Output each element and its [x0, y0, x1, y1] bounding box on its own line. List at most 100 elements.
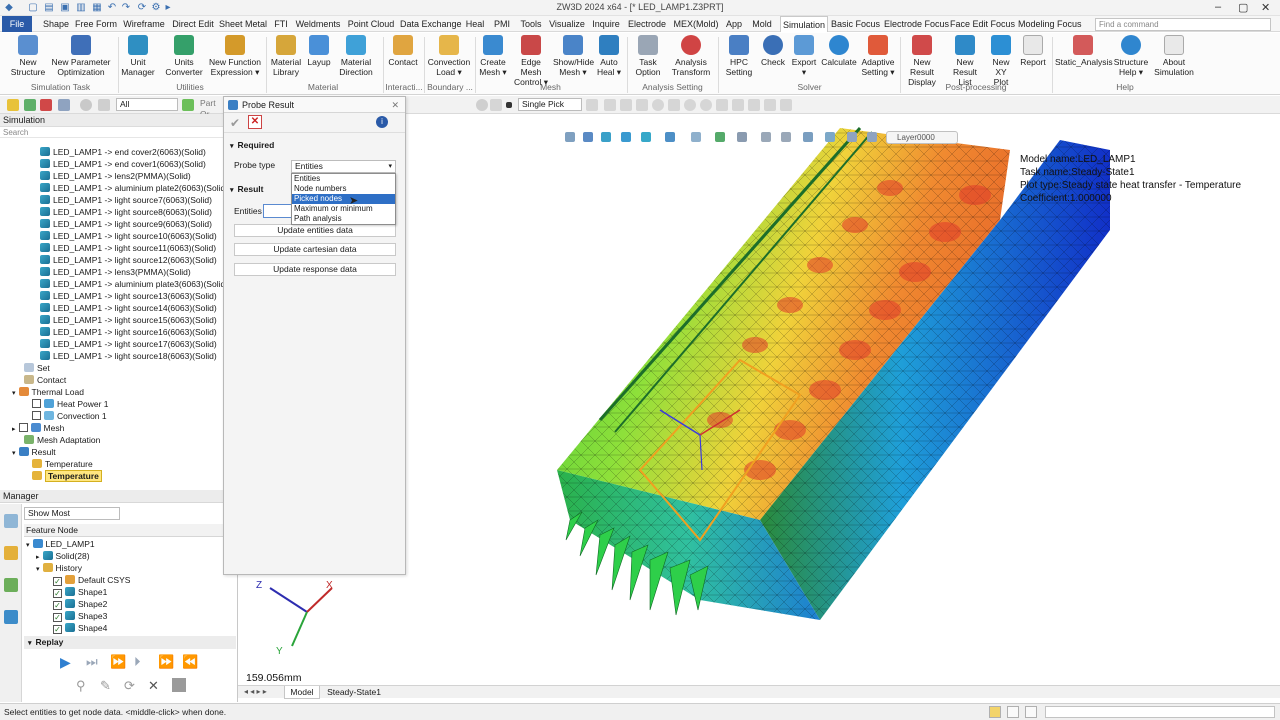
menu-sheet-metal[interactable]: Sheet Metal — [219, 16, 267, 32]
replay-end-icon[interactable]: ⏵ — [134, 654, 141, 670]
menu-tools[interactable]: Tools — [518, 16, 544, 32]
simulation-search-input[interactable]: Search — [0, 127, 223, 138]
units-converter-button[interactable]: Units Converter — [164, 35, 204, 77]
solid-list-item[interactable]: LED_LAMP1 -> end cover2(6063)(Solid) — [40, 146, 206, 158]
layup-button[interactable]: Layup — [305, 35, 333, 67]
result-section[interactable]: ▾ Result — [230, 183, 264, 196]
replay-back-icon[interactable]: ⏪ — [182, 654, 198, 670]
replay-delete-icon[interactable]: ✕ — [148, 678, 159, 694]
replay-forward-icon[interactable]: ⏩ — [158, 654, 174, 670]
pick-tool-11-icon[interactable] — [748, 99, 760, 111]
menu-electrode-focus[interactable]: Electrode Focus — [884, 16, 949, 32]
csys-checkbox[interactable] — [53, 577, 62, 586]
menu-basic-focus[interactable]: Basic Focus — [831, 16, 880, 32]
layer-select[interactable]: Layer0000 — [886, 131, 958, 144]
menu-visualize[interactable]: Visualize — [548, 16, 586, 32]
new-xy-plot-button[interactable]: New XY Plot — [986, 35, 1016, 87]
close-icon[interactable]: ✕ — [1261, 1, 1270, 14]
option-entities[interactable]: Entities — [292, 174, 395, 184]
mesh-checkbox[interactable] — [18, 423, 28, 432]
tree-root-part[interactable]: ▾ LED_LAMP1 — [26, 538, 95, 550]
tree-mesh-adaptation[interactable]: Mesh Adaptation — [24, 434, 100, 446]
replay-step-icon[interactable]: ⏭ — [86, 654, 98, 670]
tree-temperature-2[interactable]: Temperature — [32, 470, 102, 482]
tree-convection[interactable]: Convection 1 — [32, 410, 107, 422]
menu-free-form[interactable]: Free Form — [75, 16, 117, 32]
new-result-display-button[interactable]: New Result Display — [902, 35, 942, 87]
solid-list-item[interactable]: LED_LAMP1 -> aluminium plate2(6063)(Soli… — [40, 182, 228, 194]
remove-icon[interactable] — [40, 99, 52, 111]
show-hide-mesh-button[interactable]: Show/Hide Mesh ▾ — [553, 35, 594, 77]
new-parameter-optimization-button[interactable]: New Parameter Optimization — [50, 35, 112, 77]
shape-checkbox[interactable] — [53, 601, 62, 610]
replay-next-icon[interactable]: ⏩ — [110, 654, 126, 670]
pick-tool-5-icon[interactable] — [652, 99, 664, 111]
view-tool-11-icon[interactable] — [781, 132, 791, 142]
menu-shape[interactable]: Shape — [40, 16, 72, 32]
new-structure-button[interactable]: New Structure — [8, 35, 48, 77]
tree-default-csys[interactable]: Default CSYS — [53, 574, 130, 586]
about-simulation-button[interactable]: About Simulation — [1152, 35, 1196, 77]
pick-tool-1-icon[interactable] — [586, 99, 598, 111]
view-tool-12-icon[interactable] — [803, 132, 813, 142]
solid-list-item[interactable]: LED_LAMP1 -> light source11(6063)(Solid) — [40, 242, 216, 254]
solid-list-item[interactable]: LED_LAMP1 -> light source9(6063)(Solid) — [40, 218, 212, 230]
solid-list-item[interactable]: LED_LAMP1 -> light source13(6063)(Solid) — [40, 290, 217, 302]
hpc-setting-button[interactable]: HPC Setting — [724, 35, 754, 77]
tree-set[interactable]: Set — [24, 362, 50, 374]
pick-select[interactable]: Single Pick — [518, 98, 582, 111]
pick-tool-9-icon[interactable] — [716, 99, 728, 111]
pick-mode-icon[interactable] — [476, 99, 488, 111]
shape-checkbox[interactable] — [53, 613, 62, 622]
menu-pmi[interactable]: PMI — [491, 16, 513, 32]
replay-play-icon[interactable]: ▶ — [60, 654, 71, 671]
view-tool-3-icon[interactable] — [601, 132, 611, 142]
part-icon[interactable] — [182, 99, 194, 111]
view-tool-8-icon[interactable] — [715, 132, 725, 142]
unit-manager-button[interactable]: Unit Manager — [120, 35, 156, 77]
add-icon[interactable] — [24, 99, 36, 111]
view-tool-7-icon[interactable] — [691, 132, 701, 142]
pick-tool-4-icon[interactable] — [636, 99, 648, 111]
solid-list-item[interactable]: LED_LAMP1 -> aluminium plate3(6063)(Soli… — [40, 278, 228, 290]
history-manager-icon[interactable] — [4, 514, 18, 528]
view-tool-6-icon[interactable] — [665, 132, 675, 142]
tab-steady-state[interactable]: Steady-State1 — [324, 686, 384, 699]
check-button[interactable]: Check — [758, 35, 788, 67]
new-result-list-button[interactable]: New Result List — [945, 35, 985, 87]
solid-list-item[interactable]: LED_LAMP1 -> light source18(6063)(Solid) — [40, 350, 217, 362]
convection-load-button[interactable]: Convection Load ▾ — [427, 35, 471, 77]
stop-icon[interactable] — [506, 102, 512, 108]
option-path-analysis[interactable]: Path analysis — [292, 214, 395, 224]
material-direction-button[interactable]: Material Direction — [336, 35, 376, 77]
tree-shape-3[interactable]: Shape3 — [53, 610, 107, 622]
pick-tool-8-icon[interactable] — [700, 99, 712, 111]
view-tool-15-icon[interactable] — [867, 132, 877, 142]
part-manager-icon[interactable] — [4, 546, 18, 560]
menu-weldments[interactable]: Weldments — [295, 16, 341, 32]
tree-shape-4[interactable]: Shape4 — [53, 622, 107, 634]
minimize-icon[interactable]: – — [1215, 1, 1221, 13]
menu-point-cloud[interactable]: Point Cloud — [346, 16, 396, 32]
task-option-button[interactable]: Task Option — [632, 35, 664, 77]
pick-tool-7-icon[interactable] — [684, 99, 696, 111]
view-tool-14-icon[interactable] — [847, 132, 857, 142]
box-icon[interactable] — [98, 99, 110, 111]
menu-mold[interactable]: Mold — [749, 16, 775, 32]
view-tool-1-icon[interactable] — [565, 132, 575, 142]
report-button[interactable]: Report — [1018, 35, 1048, 67]
status-input-field[interactable] — [1045, 706, 1275, 718]
dialog-close-icon[interactable]: ✕ — [391, 97, 399, 113]
required-section[interactable]: ▾ Required — [230, 139, 274, 152]
update-response-button[interactable]: Update response data — [234, 263, 396, 276]
status-grid-icon[interactable] — [1007, 706, 1019, 718]
solid-list-item[interactable]: LED_LAMP1 -> lens3(PMMA)(Solid) — [40, 266, 191, 278]
solid-list-item[interactable]: LED_LAMP1 -> end cover1(6063)(Solid) — [40, 158, 206, 170]
info-icon[interactable]: i — [376, 116, 388, 128]
command-search-input[interactable]: Find a command — [1095, 18, 1271, 31]
tree-shape-2[interactable]: Shape2 — [53, 598, 107, 610]
auto-heal-button[interactable]: Auto Heal ▾ — [596, 35, 622, 77]
pick-tool-6-icon[interactable] — [668, 99, 680, 111]
tree-temperature-1[interactable]: Temperature — [32, 458, 93, 470]
maximize-icon[interactable]: ▢ — [1238, 1, 1248, 14]
